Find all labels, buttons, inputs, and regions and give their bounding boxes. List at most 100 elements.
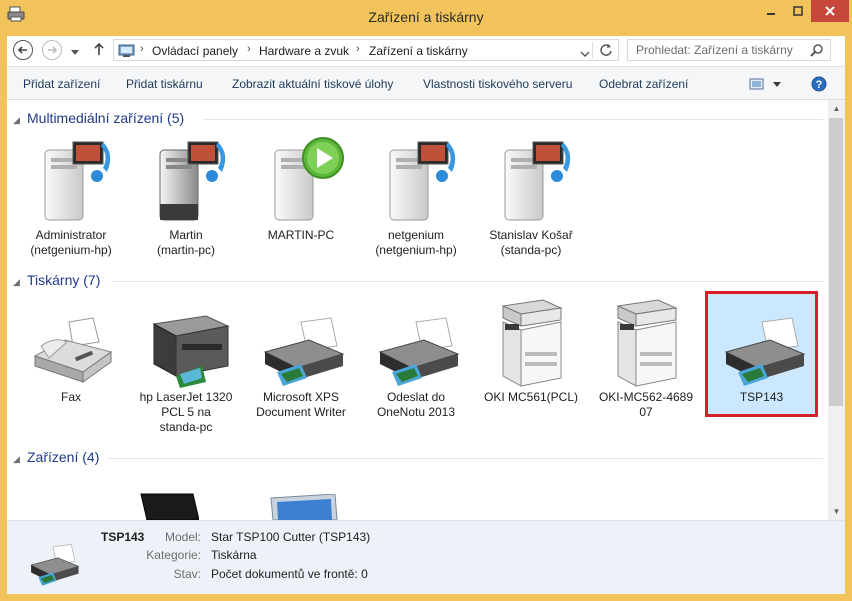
breadcrumb-separator[interactable]: › (247, 43, 251, 55)
device-label: netgenium (387, 228, 445, 242)
device-label: MARTIN-PC (267, 228, 335, 242)
printer-item-selected[interactable]: TSP143 (705, 291, 818, 417)
breadcrumb-control-panel[interactable]: Ovládací panely (152, 44, 238, 58)
minimize-button[interactable] (757, 0, 785, 22)
device-sublabel: (netgenium-hp) (375, 243, 457, 257)
view-options-icon (749, 78, 781, 90)
help-icon: ? (811, 76, 827, 92)
media-server-icon (21, 134, 121, 226)
media-server-icon (481, 134, 581, 226)
collapse-triangle-icon[interactable]: ◢ (13, 454, 27, 465)
group-header-printers[interactable]: ◢ Tiskárny (7) (7, 272, 100, 290)
address-bar: › Ovládací panely › Hardware a zvuk › Za… (7, 36, 845, 66)
search-icon[interactable] (810, 43, 824, 60)
svg-text:?: ? (816, 79, 823, 91)
up-button[interactable] (93, 42, 105, 59)
devices-view: ◢ Multimediální zařízení (5) Administrato… (7, 100, 828, 520)
print-server-properties-button[interactable]: Vlastnosti tiskového serveru (423, 77, 572, 91)
maximize-button[interactable] (785, 0, 811, 22)
media-server-icon (136, 134, 236, 226)
device-label: Administrator (35, 228, 107, 242)
details-status-key: Stav: (173, 567, 201, 581)
details-device-name: TSP143 (101, 530, 145, 544)
details-pane: TSP143 Model: Star TSP100 Cutter (TSP143… (7, 520, 845, 594)
window-title: Zařízení a tiskárny (368, 9, 484, 25)
multifunction-printer-icon (596, 296, 696, 388)
printer-icon (21, 531, 85, 590)
vertical-scrollbar[interactable]: ▲ ▼ (828, 100, 845, 520)
printer-item[interactable]: OKI MC561(PCL) (475, 296, 587, 405)
see-print-jobs-button[interactable]: Zobrazit aktuální tiskové úlohy (232, 77, 393, 91)
help-button[interactable]: ? (811, 76, 827, 95)
control-panel-icon (118, 43, 136, 61)
printer-label: Odeslat do (386, 390, 446, 404)
printer-icon (366, 296, 466, 388)
printer-item[interactable]: Microsoft XPS Document Writer (245, 296, 357, 420)
monitor-icon[interactable] (269, 493, 339, 520)
device-item[interactable]: netgenium (netgenium-hp) (360, 134, 472, 258)
scroll-thumb[interactable] (829, 118, 843, 406)
collapse-triangle-icon[interactable]: ◢ (13, 115, 27, 126)
printer-label: hp LaserJet 1320 (139, 390, 233, 404)
back-button[interactable] (13, 40, 33, 60)
device-sublabel: (standa-pc) (500, 243, 562, 257)
device-sublabel: (netgenium-hp) (30, 243, 112, 257)
media-server-icon (366, 134, 466, 226)
breadcrumb-separator[interactable]: › (356, 43, 360, 55)
device-item[interactable]: Martin (martin-pc) (130, 134, 242, 258)
device-label: Martin (169, 228, 203, 242)
title-bar[interactable]: Zařízení a tiskárny (0, 0, 852, 36)
printer-label: TSP143 (739, 390, 784, 404)
remove-device-button[interactable]: Odebrat zařízení (599, 77, 688, 91)
printer-sublabel: Document Writer (256, 405, 346, 419)
details-model-value: Star TSP100 Cutter (TSP143) (211, 530, 371, 544)
group-title: Zařízení (4) (27, 449, 100, 465)
printer-label: Fax (60, 390, 81, 404)
refresh-button[interactable] (599, 43, 613, 60)
close-button[interactable] (811, 0, 849, 22)
device-item[interactable]: MARTIN-PC (245, 134, 357, 243)
chevron-down-icon (71, 50, 79, 55)
device-label: Stanislav Košař (489, 228, 573, 242)
refresh-icon (600, 44, 612, 56)
address-history-dropdown[interactable] (580, 47, 590, 61)
printer-item[interactable]: Odeslat do OneNotu 2013 (360, 296, 472, 420)
printer-label: OKI MC561(PCL) (483, 390, 579, 404)
device-item[interactable]: Administrator (netgenium-hp) (15, 134, 127, 258)
device-item[interactable]: Stanislav Košař (standa-pc) (475, 134, 587, 258)
laptop-icon[interactable] (139, 492, 200, 520)
collapse-triangle-icon[interactable]: ◢ (13, 277, 27, 288)
printer-sublabel: standa-pc (159, 420, 213, 434)
arrow-left-icon (17, 46, 27, 54)
printer-item[interactable]: OKI-MC562-4689 07 (590, 296, 702, 420)
address-field[interactable]: › Ovládací panely › Hardware a zvuk › Za… (113, 39, 619, 61)
printer-item[interactable]: hp LaserJet 1320 PCL 5 na standa-pc (130, 296, 242, 435)
printer-icon (251, 296, 351, 388)
group-header-devices[interactable]: ◢ Zařízení (4) (7, 449, 99, 467)
forward-button[interactable] (42, 40, 62, 60)
details-model-key: Model: (164, 530, 201, 544)
media-player-icon (251, 134, 351, 226)
group-title: Multimediální zařízení (5) (27, 110, 185, 126)
printer-label: Microsoft XPS (262, 390, 340, 404)
search-placeholder: Prohledat: Zařízení a tiskárny (636, 43, 793, 57)
add-device-button[interactable]: Přidat zařízení (23, 77, 100, 91)
search-input[interactable]: Prohledat: Zařízení a tiskárny (627, 39, 831, 61)
breadcrumb-separator: › (140, 43, 144, 55)
printer-item[interactable]: Fax (15, 296, 127, 405)
group-header-multimedia[interactable]: ◢ Multimediální zařízení (5) (7, 110, 184, 128)
scroll-up-arrow[interactable]: ▲ (828, 100, 845, 117)
scroll-down-arrow[interactable]: ▼ (828, 503, 845, 520)
details-category-key: Kategorie: (146, 548, 201, 562)
group-title: Tiskárny (7) (27, 272, 101, 288)
change-view-button[interactable] (749, 77, 783, 94)
printer-sublabel: 07 (639, 405, 653, 419)
breadcrumb-devices-printers[interactable]: Zařízení a tiskárny (369, 44, 468, 58)
add-printer-button[interactable]: Přidat tiskárnu (126, 77, 203, 91)
printer-sublabel: OneNotu 2013 (376, 405, 456, 419)
laser-printer-icon (136, 296, 236, 388)
breadcrumb-hardware-sound[interactable]: Hardware a zvuk (259, 44, 349, 58)
close-icon (825, 6, 835, 16)
recent-locations-dropdown[interactable] (71, 45, 79, 59)
details-status-value: Počet dokumentů ve frontě: 0 (211, 567, 368, 581)
